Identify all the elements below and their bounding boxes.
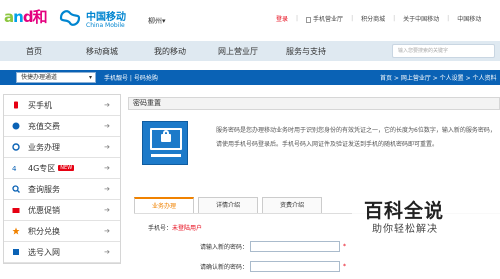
nav-my-mobile[interactable]: 我的移动 [136, 46, 204, 57]
watermark: 百科全说 助你轻松解决 [352, 186, 500, 267]
sidebar-item-label: 查询服务 [28, 184, 60, 194]
nav-online-hall[interactable]: 网上营业厅 [204, 46, 272, 57]
tab-fees[interactable]: 资费介绍 [262, 197, 322, 213]
top-links: 登录 | 手机营业厅 | 积分商城 | 关于中国移动 | 中国移动 [276, 14, 481, 23]
phone-label: 手机号： [148, 225, 173, 232]
points-mall-link[interactable]: 积分商城 [361, 14, 385, 23]
sidebar-item-buy-phone[interactable]: 买手机 ➔ [4, 95, 120, 116]
nav-mall[interactable]: 移动商城 [68, 46, 136, 57]
arrow-right-icon: ➔ [104, 206, 110, 214]
sidebar-item-label: 买手机 [28, 100, 52, 110]
form-row: 请确认新的密码： * [184, 259, 346, 273]
quick-select[interactable]: 快捷办理通道 ▾ [16, 72, 96, 83]
search-input[interactable]: 输入您要搜索的关键字 [392, 44, 495, 58]
service-icon [12, 143, 20, 151]
sidebar-item-label: 选号入网 [28, 247, 60, 257]
main-nav: 首页 移动商城 我的移动 网上营业厅 服务与支持 输入您要搜索的关键字 [0, 41, 500, 61]
phone-value: 未登陆用户 [172, 225, 203, 232]
sidebar-item-label: 充值交费 [28, 121, 60, 131]
svg-text:4: 4 [12, 165, 17, 172]
watermark-subtitle: 助你轻松解决 [372, 224, 438, 235]
sidebar-item-service[interactable]: 业务办理 ➔ [4, 137, 120, 158]
about-link[interactable]: 关于中国移动 [403, 14, 439, 23]
divider: | [351, 15, 354, 22]
and-logo-he: 和 [32, 8, 48, 26]
arrow-right-icon: ➔ [104, 143, 110, 151]
nav-home[interactable]: 首页 [0, 46, 68, 57]
and-logo-a: a [4, 8, 14, 26]
china-mobile-link[interactable]: 中国移动 [457, 14, 481, 23]
sidebar-item-label: 业务办理 [28, 142, 60, 152]
form-row: 请输入新的密码： * [184, 239, 346, 253]
breadcrumb[interactable]: 首页 > 网上营业厅 > 个人设置 > 个人资料 [380, 73, 497, 82]
mobile-icon [306, 16, 312, 23]
sidebar-item-points[interactable]: 积分兑换 ➔ [4, 221, 120, 242]
sidebar-item-label: 积分兑换 [28, 226, 60, 236]
tab-details[interactable]: 详情介绍 [198, 197, 258, 213]
phone-status: 手机号：未登陆用户 [148, 223, 202, 232]
and-logo-d: d [22, 8, 34, 26]
chevron-down-icon: ▾ [88, 74, 92, 81]
city-selector[interactable]: 柳州▾ [148, 16, 166, 26]
brand-name-cn: 中国移动 [86, 12, 126, 23]
arrow-right-icon: ➔ [104, 185, 110, 193]
new-password-label: 请输入新的密码： [199, 243, 248, 251]
confirm-password-label: 请确认新的密码： [199, 263, 248, 271]
promotion-icon [12, 208, 20, 213]
tab-business[interactable]: 业务办理 [134, 197, 194, 213]
arrow-right-icon: ➔ [104, 227, 110, 235]
sidebar-item-label: 优惠促销 [28, 205, 60, 215]
lock-icon-base [151, 154, 181, 157]
header: and和 中国移动 China Mobile 柳州▾ 登录 | 手机营业厅 | … [0, 0, 500, 34]
and-logo[interactable]: and和 [4, 6, 48, 27]
arrow-right-icon: ➔ [104, 164, 110, 172]
brand-name-en: China Mobile [86, 22, 125, 29]
watermark-title: 百科全说 [364, 200, 445, 222]
number-links[interactable]: 手机靓号 | 号码抢购 [104, 73, 158, 82]
china-mobile-logo-icon [59, 10, 81, 26]
arrow-right-icon: ➔ [104, 122, 110, 130]
new-password-input[interactable] [250, 240, 340, 252]
quick-select-label: 快捷办理通道 [21, 74, 58, 81]
lock-screen-icon [142, 121, 188, 165]
sidebar-item-recharge[interactable]: 充值交费 ➔ [4, 116, 120, 137]
arrow-right-icon: ➔ [104, 101, 110, 109]
panel-description: 服务密码是您办理移动业务时用于识别您身份的有效凭证之一，它的长度为6位数字，输入… [216, 127, 496, 148]
phone-icon [14, 101, 18, 109]
login-link[interactable]: 登录 [276, 14, 288, 23]
panel-tabs: 业务办理 详情介绍 资费介绍 [134, 197, 326, 213]
sidebar: 买手机 ➔ 充值交费 ➔ 业务办理 ➔ 4 4G专区 NEW ➔ 查询服务 ➔ … [3, 94, 121, 264]
divider: | [393, 15, 396, 22]
arrow-right-icon: ➔ [104, 248, 110, 256]
main-panel: 密码重置 服务密码是您办理移动业务时用于识别您身份的有效凭证之一，它的长度为6位… [128, 97, 500, 272]
nav-support[interactable]: 服务与支持 [272, 46, 340, 57]
panel-title: 密码重置 [128, 97, 500, 110]
toolbar: 快捷办理通道 ▾ 手机靓号 | 号码抢购 首页 > 网上营业厅 > 个人设置 >… [0, 70, 500, 85]
mobile-hall-link[interactable]: 手机营业厅 [306, 14, 343, 23]
divider: | [447, 15, 450, 22]
lock-icon-body [161, 134, 171, 142]
mobile-hall-label: 手机营业厅 [313, 16, 344, 23]
recharge-icon [12, 122, 20, 130]
4g-icon: 4 [12, 165, 17, 172]
sidebar-item-query[interactable]: 查询服务 ➔ [4, 179, 120, 200]
and-logo-n: n [13, 8, 24, 26]
query-icon [12, 185, 20, 193]
required-mark: * [343, 262, 346, 270]
sidebar-menu: 买手机 ➔ 充值交费 ➔ 业务办理 ➔ 4 4G专区 NEW ➔ 查询服务 ➔ … [3, 94, 121, 264]
divider: | [296, 15, 299, 22]
sidebar-item-4g[interactable]: 4 4G专区 NEW ➔ [4, 158, 120, 179]
confirm-password-input[interactable] [250, 260, 340, 272]
points-icon [12, 227, 20, 235]
sidebar-item-label: 4G专区 [28, 163, 56, 173]
new-badge: NEW [58, 165, 75, 171]
number-icon [13, 249, 19, 255]
password-form: 请输入新的密码： * 请确认新的密码： * [184, 239, 346, 279]
sidebar-item-select-number[interactable]: 选号入网 ➔ [4, 242, 120, 263]
required-mark: * [343, 242, 346, 250]
sidebar-item-promotion[interactable]: 优惠促销 ➔ [4, 200, 120, 221]
